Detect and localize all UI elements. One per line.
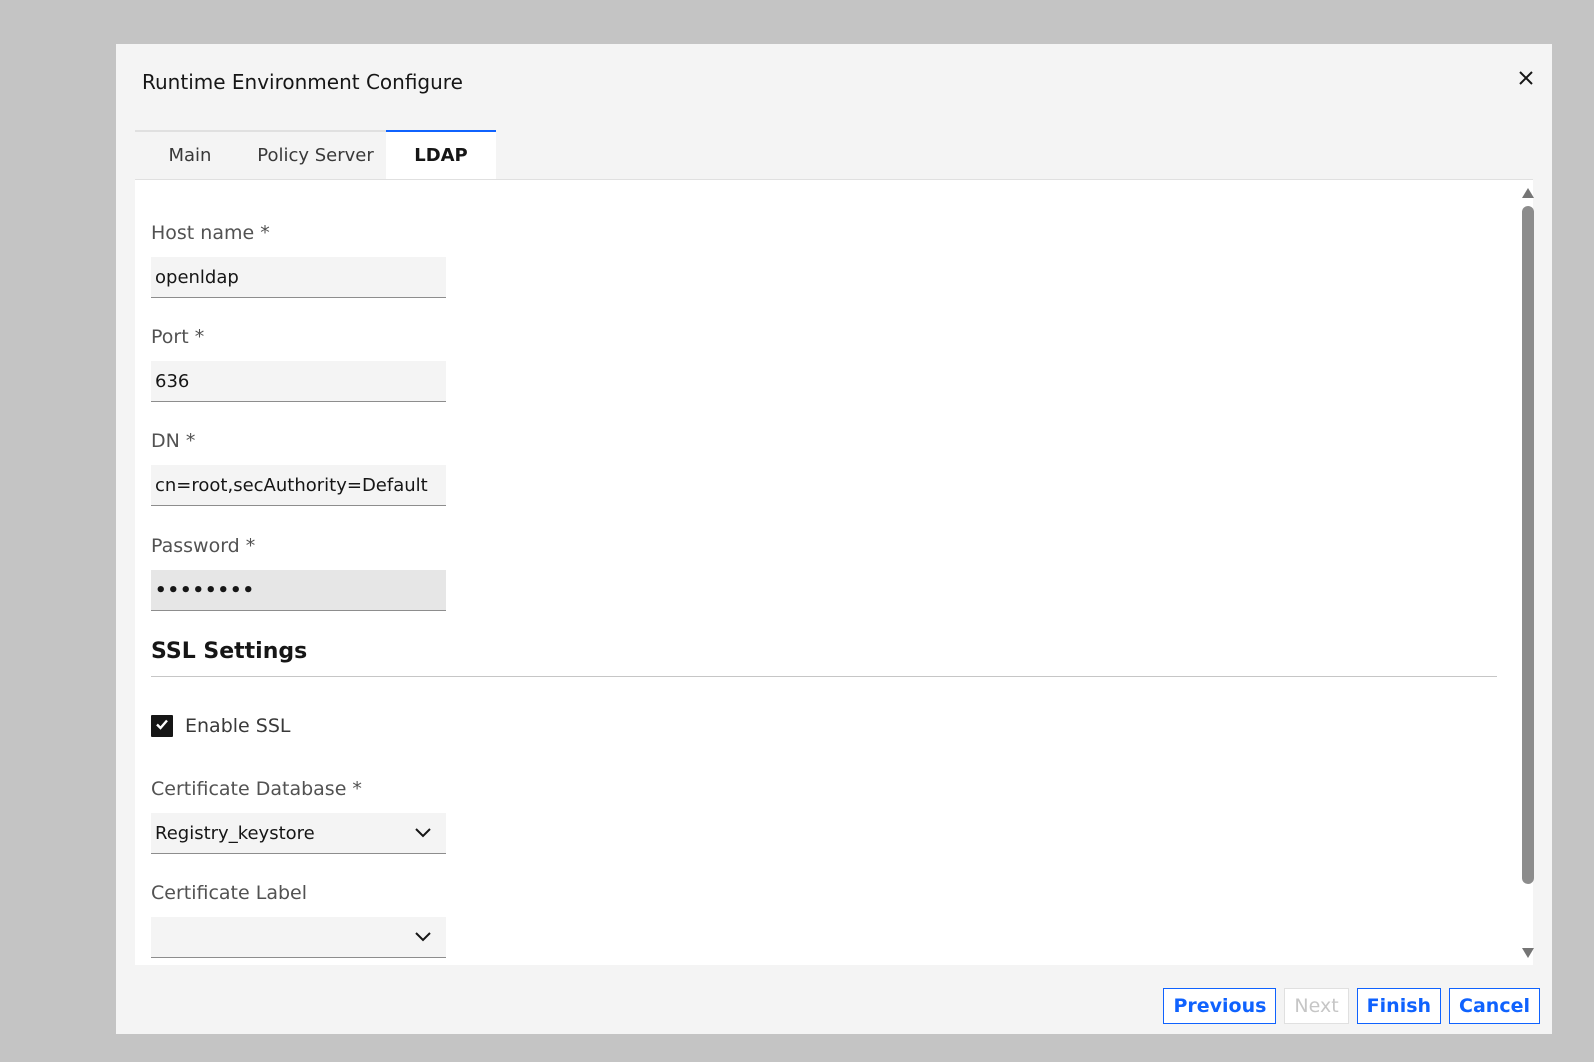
- close-button[interactable]: [1512, 66, 1540, 94]
- vertical-scrollbar[interactable]: [1519, 184, 1537, 958]
- certificate-database-select[interactable]: Registry_keystore: [151, 813, 446, 854]
- certificate-label-label: Certificate Label: [151, 882, 307, 904]
- enable-ssl-label: Enable SSL: [185, 715, 291, 737]
- previous-button[interactable]: Previous: [1163, 988, 1277, 1024]
- close-icon: [1518, 70, 1534, 90]
- configure-dialog: Runtime Environment Configure Main Polic…: [116, 44, 1552, 1034]
- footer-buttons: Previous Next Finish Cancel: [1163, 988, 1540, 1024]
- scroll-thumb[interactable]: [1522, 206, 1534, 884]
- section-divider: [151, 676, 1497, 677]
- next-button[interactable]: Next: [1284, 988, 1349, 1024]
- certificate-database-label: Certificate Database *: [151, 778, 362, 800]
- tab-policy-server[interactable]: Policy Server: [245, 130, 386, 179]
- chevron-down-icon: [414, 823, 434, 843]
- enable-ssl-checkbox-row[interactable]: Enable SSL: [151, 715, 290, 737]
- dn-input[interactable]: [151, 465, 446, 506]
- tab-bar: Main Policy Server LDAP: [135, 130, 496, 179]
- finish-button[interactable]: Finish: [1356, 988, 1442, 1024]
- password-label: Password *: [151, 535, 256, 557]
- certificate-database-value: Registry_keystore: [155, 822, 315, 844]
- tab-main[interactable]: Main: [135, 130, 245, 179]
- tab-ldap[interactable]: LDAP: [386, 130, 496, 179]
- ldap-panel: Host name * Port * DN * Password * SSL S…: [135, 179, 1533, 965]
- scroll-up-arrow-icon[interactable]: [1521, 184, 1535, 198]
- certificate-label-select[interactable]: [151, 917, 446, 958]
- host-name-input[interactable]: [151, 257, 446, 298]
- scroll-down-arrow-icon[interactable]: [1521, 944, 1535, 958]
- port-input[interactable]: [151, 361, 446, 402]
- dialog-title: Runtime Environment Configure: [142, 70, 463, 94]
- ssl-settings-heading: SSL Settings: [151, 639, 308, 664]
- cancel-button[interactable]: Cancel: [1449, 988, 1540, 1024]
- port-label: Port *: [151, 326, 205, 348]
- chevron-down-icon: [414, 927, 434, 947]
- dn-label: DN *: [151, 430, 196, 452]
- password-input[interactable]: [151, 570, 446, 611]
- host-name-label: Host name *: [151, 222, 270, 244]
- enable-ssl-checkbox[interactable]: [151, 715, 173, 737]
- checkmark-icon: [154, 716, 170, 736]
